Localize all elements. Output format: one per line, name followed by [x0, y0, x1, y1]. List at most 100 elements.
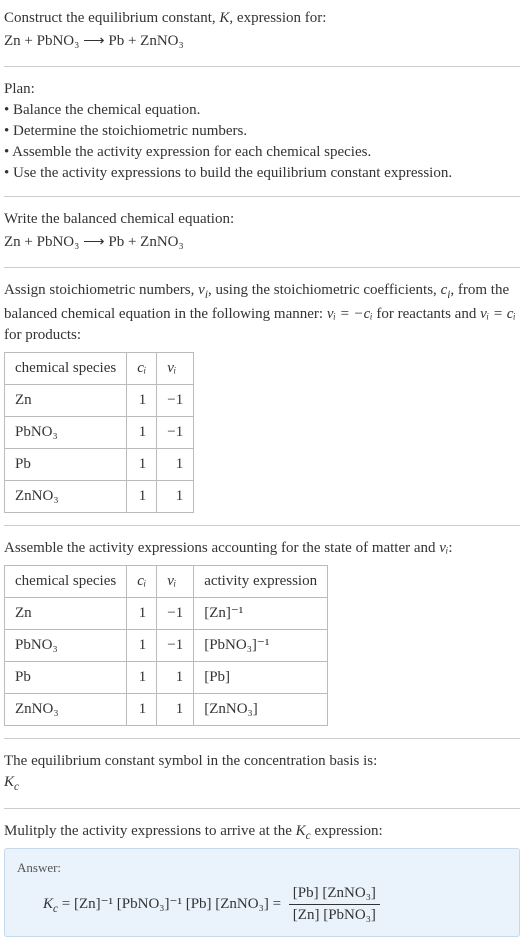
divider: [4, 66, 520, 67]
th-species: chemical species: [5, 565, 127, 597]
balanced-section: Write the balanced chemical equation: Zn…: [4, 205, 520, 259]
plan-heading: Plan:: [4, 79, 520, 100]
table-row: PbNO₃ 1 −1 [PbNO₃]⁻¹: [5, 629, 328, 661]
stoich-t1: Assign stoichiometric numbers,: [4, 282, 198, 298]
plan-section: Plan: • Balance the chemical equation. •…: [4, 75, 520, 188]
prompt-prefix: Construct the equilibrium constant,: [4, 10, 219, 26]
stoich-rel2: νᵢ = cᵢ: [480, 306, 516, 322]
cell-species: Pb: [5, 448, 127, 480]
stoich-t5: for products:: [4, 327, 81, 343]
prompt-reaction: Zn + PbNO₃ ⟶ Pb + ZnNO₃: [4, 29, 520, 54]
activity-table: chemical species cᵢ νᵢ activity expressi…: [4, 565, 328, 726]
divider: [4, 196, 520, 197]
cell-ci: 1: [127, 480, 157, 512]
table-row: ZnNO₃ 1 1: [5, 480, 194, 512]
cell-species: Zn: [5, 384, 127, 416]
mult-t1: Mulitply the activity expressions to arr…: [4, 823, 296, 839]
cell-ci: 1: [127, 384, 157, 416]
th-nui: νᵢ: [157, 352, 194, 384]
answer-box: Answer: Kc = [Zn]⁻¹ [PbNO₃]⁻¹ [Pb] [ZnNO…: [4, 848, 520, 937]
cell-activity: [Pb]: [194, 661, 328, 693]
fraction-numerator: [Pb] [ZnNO₃]: [289, 883, 380, 905]
cell-activity: [PbNO₃]⁻¹: [194, 629, 328, 661]
th-nui-text: νᵢ: [167, 360, 176, 376]
stoich-t4: for reactants and: [373, 306, 480, 322]
cell-nui: 1: [157, 661, 194, 693]
answer-flat: [Zn]⁻¹ [PbNO₃]⁻¹ [Pb] [ZnNO₃] =: [74, 896, 285, 912]
th-nui-text: νᵢ: [167, 573, 176, 589]
cell-ci: 1: [127, 629, 157, 661]
stoich-table: chemical species cᵢ νᵢ Zn 1 −1 PbNO₃ 1 −…: [4, 352, 194, 513]
fraction-denominator: [Zn] [PbNO₃]: [289, 905, 380, 926]
stoich-t2: , using the stoichiometric coefficients,: [208, 282, 441, 298]
plan-bullet-4: • Use the activity expressions to build …: [4, 163, 520, 184]
cell-nui: −1: [157, 597, 194, 629]
balanced-reaction: Zn + PbNO₃ ⟶ Pb + ZnNO₃: [4, 230, 520, 255]
cell-nui: −1: [157, 384, 194, 416]
th-activity: activity expression: [194, 565, 328, 597]
table-row: Pb 1 1: [5, 448, 194, 480]
answer-fraction: [Pb] [ZnNO₃][Zn] [PbNO₃]: [289, 883, 380, 926]
symbol-intro: The equilibrium constant symbol in the c…: [4, 751, 520, 772]
activity-intro: Assemble the activity expressions accoun…: [4, 538, 520, 559]
cell-species: ZnNO₃: [5, 480, 127, 512]
act-t1: Assemble the activity expressions accoun…: [4, 540, 439, 556]
balanced-heading: Write the balanced chemical equation:: [4, 209, 520, 230]
prompt-k: K: [219, 10, 229, 26]
answer-k: K: [43, 896, 53, 912]
divider: [4, 525, 520, 526]
act-nu: νᵢ: [439, 540, 448, 556]
cell-nui: 1: [157, 693, 194, 725]
cell-nui: −1: [157, 416, 194, 448]
th-ci-text: cᵢ: [137, 573, 146, 589]
th-species: chemical species: [5, 352, 127, 384]
mult-k: K: [296, 823, 306, 839]
divider: [4, 738, 520, 739]
cell-species: ZnNO₃: [5, 693, 127, 725]
cell-nui: 1: [157, 448, 194, 480]
cell-activity: [ZnNO₃]: [194, 693, 328, 725]
stoich-nu: ν: [198, 282, 205, 298]
th-ci-text: cᵢ: [137, 360, 146, 376]
answer-eq: =: [58, 896, 74, 912]
cell-ci: 1: [127, 448, 157, 480]
cell-ci: 1: [127, 416, 157, 448]
table-row: Zn 1 −1 [Zn]⁻¹: [5, 597, 328, 629]
table-header-row: chemical species cᵢ νᵢ activity expressi…: [5, 565, 328, 597]
th-ci: cᵢ: [127, 352, 157, 384]
plan-bullet-1: • Balance the chemical equation.: [4, 100, 520, 121]
table-row: ZnNO₃ 1 1 [ZnNO₃]: [5, 693, 328, 725]
cell-ci: 1: [127, 693, 157, 725]
cell-species: PbNO₃: [5, 416, 127, 448]
stoich-rel1: νᵢ = −cᵢ: [327, 306, 373, 322]
activity-section: Assemble the activity expressions accoun…: [4, 534, 520, 730]
symbol-k: K: [4, 774, 14, 790]
stoich-intro: Assign stoichiometric numbers, νi, using…: [4, 280, 520, 346]
cell-species: Zn: [5, 597, 127, 629]
table-row: PbNO₃ 1 −1: [5, 416, 194, 448]
symbol-kc: Kc: [4, 772, 520, 796]
act-t2: :: [448, 540, 452, 556]
cell-activity: [Zn]⁻¹: [194, 597, 328, 629]
answer-label: Answer:: [17, 859, 507, 877]
cell-nui: 1: [157, 480, 194, 512]
multiply-intro: Mulitply the activity expressions to arr…: [4, 821, 520, 845]
table-row: Zn 1 −1: [5, 384, 194, 416]
th-ci: cᵢ: [127, 565, 157, 597]
stoich-section: Assign stoichiometric numbers, νi, using…: [4, 276, 520, 517]
prompt-section: Construct the equilibrium constant, K, e…: [4, 4, 520, 58]
multiply-section: Mulitply the activity expressions to arr…: [4, 817, 520, 942]
cell-species: Pb: [5, 661, 127, 693]
cell-ci: 1: [127, 597, 157, 629]
divider: [4, 267, 520, 268]
symbol-section: The equilibrium constant symbol in the c…: [4, 747, 520, 800]
table-row: Pb 1 1 [Pb]: [5, 661, 328, 693]
cell-ci: 1: [127, 661, 157, 693]
prompt-suffix: , expression for:: [229, 10, 326, 26]
table-header-row: chemical species cᵢ νᵢ: [5, 352, 194, 384]
symbol-c: c: [14, 781, 19, 793]
prompt-line1: Construct the equilibrium constant, K, e…: [4, 8, 520, 29]
plan-bullet-2: • Determine the stoichiometric numbers.: [4, 121, 520, 142]
th-nui: νᵢ: [157, 565, 194, 597]
cell-species: PbNO₃: [5, 629, 127, 661]
